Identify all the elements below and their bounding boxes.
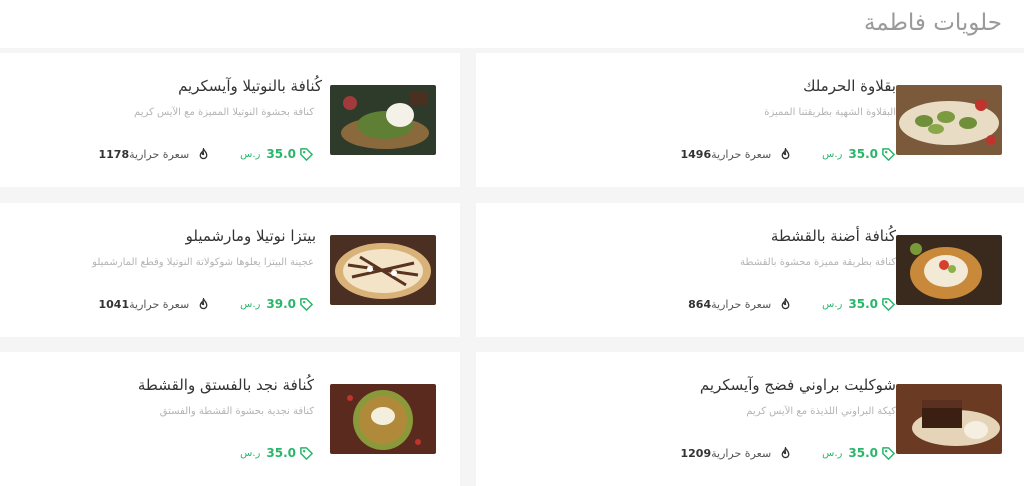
currency: ر.س [822, 447, 843, 459]
currency: ر.س [240, 148, 261, 160]
item-price: ر.س 35.0 [822, 297, 881, 311]
price-value: 35.0 [848, 297, 878, 311]
price-tag-icon [882, 446, 895, 460]
item-image [896, 235, 1002, 305]
item-description: عجينة البيتزا يعلوها شوكولاتة النوتيلا و… [92, 257, 314, 268]
item-meta: سعرة حرارية 1178 ر.س 35.0 [94, 145, 314, 163]
item-name: بقلاوة الحرملك [803, 77, 896, 95]
calories-label: سعرة حرارية [711, 446, 772, 460]
menu-item-card[interactable]: بيتزا نوتيلا ومارشميلو عجينة البيتزا يعل… [0, 203, 460, 337]
calories: سعرة حرارية 1209 [676, 447, 771, 460]
item-meta: سعرة حرارية 1041 ر.س 39.0 [94, 295, 314, 313]
item-name: شوكليت براوني فضج وآيسكريم [699, 376, 896, 394]
item-price: ر.س 39.0 [240, 297, 299, 311]
fire-icon [781, 446, 790, 458]
menu-item-card[interactable]: كُنافة نجد بالفستق والقشطة كنافة نجدية ب… [0, 352, 460, 486]
item-meta: ر.س 35.0 [240, 444, 314, 462]
item-price: ر.س 35.0 [822, 147, 881, 161]
fire-icon [781, 297, 790, 309]
price-tag-icon [300, 446, 313, 460]
calories-value: 1041 [98, 297, 130, 311]
calories-label: سعرة حرارية [129, 297, 190, 311]
fire-icon [781, 147, 790, 159]
item-name: كُنافة نجد بالفستق والقشطة [137, 376, 314, 394]
item-meta: سعرة حرارية 864 ر.س 35.0 [684, 295, 896, 313]
item-description: البقلاوة الشهية بطريقتنا المميزة [764, 107, 896, 118]
calories-value: 1496 [680, 147, 712, 161]
currency: ر.س [240, 447, 261, 459]
item-image [330, 85, 436, 155]
item-image [330, 384, 436, 454]
item-price: ر.س 35.0 [240, 446, 299, 460]
currency: ر.س [240, 298, 261, 310]
price-tag-icon [300, 147, 313, 161]
calories-value: 1178 [98, 147, 130, 161]
item-image [330, 235, 436, 305]
calories-value: 1209 [680, 446, 712, 460]
currency: ر.س [822, 298, 843, 310]
item-image [896, 384, 1002, 454]
menu-item-card[interactable]: بقلاوة الحرملك البقلاوة الشهية بطريقتنا … [476, 53, 1024, 187]
item-description: كنافة نجدية بحشوة القشطة والفستق [159, 406, 314, 417]
price-value: 39.0 [266, 297, 296, 311]
item-price: ر.س 35.0 [240, 147, 299, 161]
item-description: كنافة بطريقة مميزة محشوة بالقشطة [740, 257, 896, 268]
calories-label: سعرة حرارية [129, 147, 190, 161]
price-value: 35.0 [266, 446, 296, 460]
price-tag-icon [300, 297, 313, 311]
calories-label: سعرة حرارية [711, 147, 772, 161]
menu-item-card[interactable]: كُنافة أضنة بالقشطة كنافة بطريقة مميزة م… [476, 203, 1024, 337]
item-meta: سعرة حرارية 1496 ر.س 35.0 [676, 145, 896, 163]
calories: سعرة حرارية 864 [684, 298, 771, 311]
fire-icon [199, 147, 208, 159]
price-value: 35.0 [266, 147, 296, 161]
calories: سعرة حرارية 1496 [676, 148, 771, 161]
price-value: 35.0 [848, 147, 878, 161]
price-tag-icon [882, 147, 895, 161]
menu-item-card[interactable]: شوكليت براوني فضج وآيسكريم كيكة البراوني… [476, 352, 1024, 486]
calories-label: سعرة حرارية [711, 297, 772, 311]
fire-icon [199, 297, 208, 309]
price-tag-icon [882, 297, 895, 311]
item-description: كنافة بحشوة النوتيلا المميزة مع الآيس كر… [134, 107, 314, 118]
item-name: كُنافة بالنوتيلا وآيسكريم [178, 77, 322, 95]
item-description: كيكة البراوني اللذيذة مع الآيس كريم [746, 406, 896, 417]
currency: ر.س [822, 148, 843, 160]
item-image [896, 85, 1002, 155]
calories: سعرة حرارية 1178 [94, 148, 189, 161]
item-meta: سعرة حرارية 1209 ر.س 35.0 [676, 444, 896, 462]
price-value: 35.0 [848, 446, 878, 460]
item-name: كُنافة أضنة بالقشطة [770, 227, 896, 245]
section-title: حلويات فاطمة [863, 10, 1002, 36]
calories: سعرة حرارية 1041 [94, 298, 189, 311]
menu-item-card[interactable]: كُنافة بالنوتيلا وآيسكريم كنافة بحشوة ال… [0, 53, 460, 187]
calories-value: 864 [688, 297, 712, 311]
item-price: ر.س 35.0 [822, 446, 881, 460]
item-name: بيتزا نوتيلا ومارشميلو [185, 227, 316, 245]
